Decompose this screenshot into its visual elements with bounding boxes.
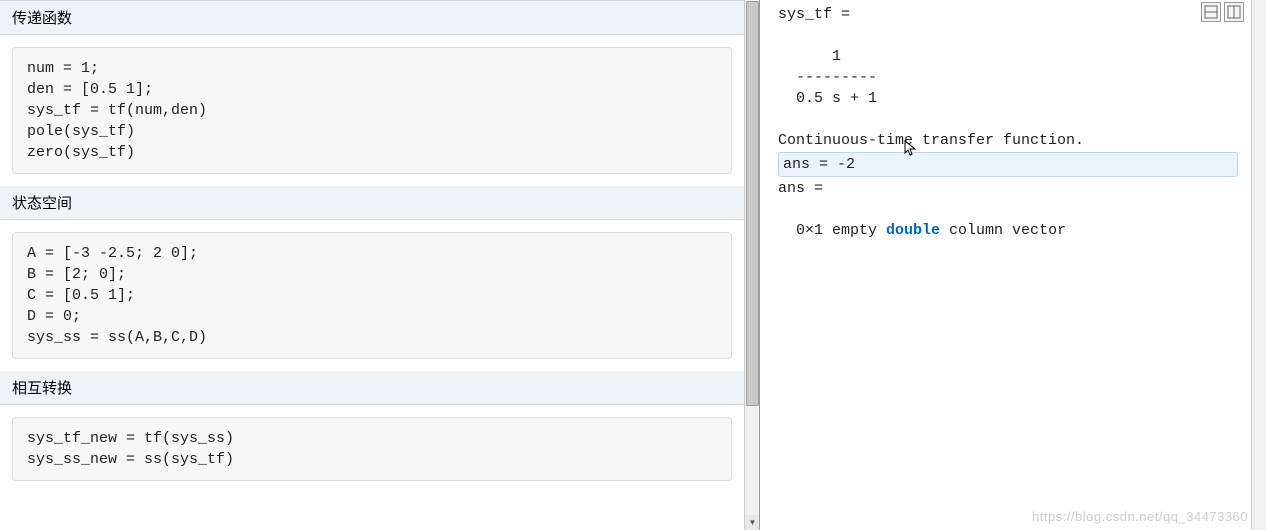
keyword-double: double <box>886 222 940 239</box>
output-pane: sys_tf = 1 --------- 0.5 s + 1 Continuou… <box>760 0 1266 530</box>
split-vertical-icon <box>1227 5 1241 19</box>
output-vector-desc: 0×1 empty double column vector <box>778 220 1248 241</box>
view-mode-button-2[interactable] <box>1224 2 1244 22</box>
output-blank <box>778 109 1248 130</box>
section-title: 传递函数 <box>12 10 72 27</box>
code-block-convert[interactable]: sys_tf_new = tf(sys_ss) sys_ss_new = ss(… <box>12 417 732 481</box>
output-ans-highlight[interactable]: ans = -2 <box>778 152 1238 177</box>
output-ans2: ans = <box>778 178 1248 199</box>
scroll-down-arrow[interactable]: ▼ <box>745 515 760 530</box>
output-blank <box>778 199 1248 220</box>
vec-suffix: column vector <box>940 222 1066 239</box>
output-frac-num: 1 <box>778 46 1248 67</box>
scrollbar-thumb[interactable] <box>746 1 759 406</box>
code-text: A = [-3 -2.5; 2 0]; B = [2; 0]; C = [0.5… <box>27 245 207 346</box>
output-frac-div: --------- <box>778 67 1248 88</box>
code-text: num = 1; den = [0.5 1]; sys_tf = tf(num,… <box>27 60 207 161</box>
editor-pane: 传递函数 num = 1; den = [0.5 1]; sys_tf = tf… <box>0 0 760 530</box>
view-mode-button-1[interactable] <box>1201 2 1221 22</box>
output-blank <box>778 25 1248 46</box>
output-toolbar <box>1201 2 1244 22</box>
code-text: sys_tf_new = tf(sys_ss) sys_ss_new = ss(… <box>27 430 234 468</box>
editor-scrollbar[interactable]: ▼ <box>744 0 759 530</box>
editor-content: 传递函数 num = 1; den = [0.5 1]; sys_tf = tf… <box>0 0 759 481</box>
output-var-name: sys_tf = <box>778 4 1248 25</box>
vec-prefix: 0×1 empty <box>778 222 886 239</box>
split-horizontal-icon <box>1204 5 1218 19</box>
section-title: 状态空间 <box>12 195 72 212</box>
section-title: 相互转换 <box>12 380 72 397</box>
section-header-ss[interactable]: 状态空间 <box>0 186 744 220</box>
output-scrollbar[interactable] <box>1251 0 1266 530</box>
watermark-text: https://blog.csdn.net/qq_34473360 <box>1032 508 1248 526</box>
code-block-ss[interactable]: A = [-3 -2.5; 2 0]; B = [2; 0]; C = [0.5… <box>12 232 732 359</box>
section-header-convert[interactable]: 相互转换 <box>0 371 744 405</box>
output-frac-den: 0.5 s + 1 <box>778 88 1248 109</box>
section-header-tf[interactable]: 传递函数 <box>0 0 744 35</box>
output-description: Continuous-time transfer function. <box>778 130 1248 151</box>
code-block-tf[interactable]: num = 1; den = [0.5 1]; sys_tf = tf(num,… <box>12 47 732 174</box>
